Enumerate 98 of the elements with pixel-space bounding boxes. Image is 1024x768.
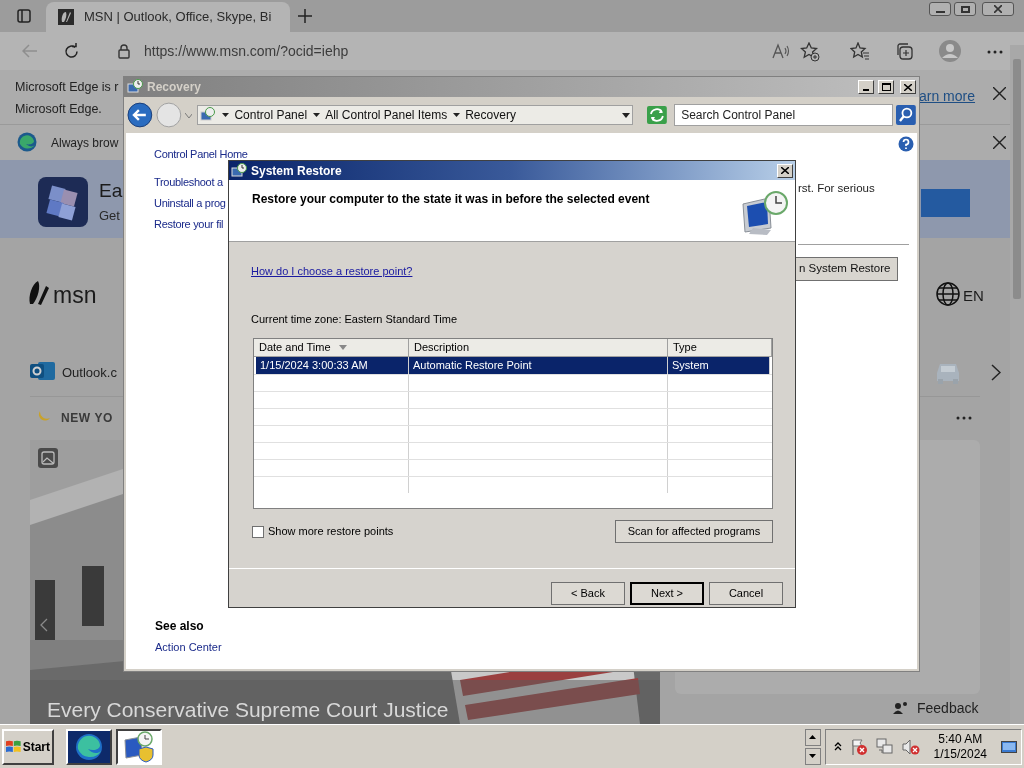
dropdown-icon[interactable]	[453, 113, 461, 117]
chevron-up-icon[interactable]	[833, 742, 842, 751]
promo-subtitle: Get	[99, 207, 120, 225]
chevron-right-icon[interactable]	[991, 364, 1001, 381]
minimize-button[interactable]	[929, 2, 951, 16]
promo-title: Ea	[99, 179, 123, 203]
dialog-heading: Restore your computer to the state it was in before the selected event	[252, 191, 650, 208]
add-favorite-icon[interactable]	[800, 42, 820, 62]
body-text: rst. For serious	[798, 181, 875, 196]
close-icon	[781, 167, 789, 174]
search-field[interactable]: Search Control Panel	[674, 104, 894, 126]
scroll-down-button[interactable]	[804, 747, 821, 765]
favorites-icon[interactable]	[850, 42, 870, 60]
breadcrumb-item[interactable]: Recovery	[465, 106, 516, 124]
table-row[interactable]: 1/15/2024 3:00:33 AM Automatic Restore Point System	[256, 357, 770, 374]
edge-logo-icon	[17, 132, 37, 152]
column-header[interactable]: Type	[668, 339, 772, 357]
help-icon[interactable]	[898, 136, 914, 152]
chevron-left-icon[interactable]	[40, 618, 48, 632]
table-cell: 1/15/2024 3:00:33 AM	[256, 357, 409, 374]
windows-logo-icon	[6, 739, 21, 754]
speaker-muted-icon[interactable]	[901, 737, 920, 756]
network-icon[interactable]	[875, 737, 894, 756]
moon-icon	[37, 409, 51, 424]
time-zone-label: Current time zone: Eastern Standard Time	[251, 311, 459, 327]
msn-logo-icon	[28, 280, 50, 306]
dropdown-icon[interactable]	[313, 113, 321, 117]
see-also-link[interactable]: Action Center	[155, 639, 222, 656]
browser-tab[interactable]: MSN | Outlook, Office, Skype, Bi	[46, 2, 290, 32]
taskbar-button[interactable]	[116, 728, 162, 765]
restore-app-icon	[127, 79, 143, 95]
open-system-restore-button[interactable]: n System Restore	[794, 257, 898, 281]
help-link[interactable]: How do I choose a restore point?	[251, 263, 413, 280]
breadcrumb-item[interactable]: Control Panel	[234, 106, 308, 124]
weather-location[interactable]: NEW YO	[61, 409, 114, 427]
column-header[interactable]: Date and Time	[254, 339, 409, 357]
back-icon[interactable]	[127, 102, 153, 128]
infobar-text: Microsoft Edge.	[15, 101, 103, 118]
dropdown-icon[interactable]	[622, 112, 631, 118]
table-cell: System	[668, 357, 770, 374]
clock-date[interactable]: 1/15/2024	[933, 746, 987, 762]
more-icon[interactable]	[956, 416, 972, 420]
close-button[interactable]	[982, 2, 1014, 16]
dropdown-icon[interactable]	[222, 113, 230, 117]
feedback-button[interactable]: Feedback	[885, 694, 987, 722]
clock-time[interactable]: 5:40 AM	[938, 731, 983, 747]
gallery-icon[interactable]	[38, 448, 58, 468]
scroll-up-button[interactable]	[804, 728, 821, 746]
globe-icon[interactable]	[936, 282, 960, 306]
refresh-icon[interactable]	[63, 43, 80, 60]
table-cell: Automatic Restore Point	[409, 357, 668, 374]
section-heading: See also	[155, 618, 204, 635]
read-aloud-icon[interactable]	[772, 43, 792, 59]
infobar-text: Microsoft Edge is r	[15, 79, 119, 96]
maximize-button[interactable]	[878, 80, 894, 94]
quick-link[interactable]: Outlook.c	[62, 363, 117, 383]
computer-clock-icon	[741, 190, 789, 236]
show-desktop-icon[interactable]	[1001, 738, 1017, 755]
notice-text: Always brow	[51, 135, 119, 152]
close-icon	[904, 83, 912, 91]
dialog-button[interactable]: Cancel	[709, 582, 783, 605]
people-icon	[893, 701, 909, 715]
scan-button[interactable]: Scan for affected programs	[615, 520, 773, 543]
new-tab-icon[interactable]	[297, 8, 313, 24]
down-arrow-icon	[809, 754, 817, 758]
language-selector[interactable]: EN	[963, 285, 984, 308]
site-icon	[58, 9, 74, 25]
address-bar[interactable]: Control Panel All Control Panel Items Recovery	[197, 105, 634, 125]
tab-actions-icon[interactable]	[17, 9, 31, 23]
restore-button[interactable]	[954, 2, 976, 16]
window-title: Recovery	[147, 79, 202, 96]
collections-icon[interactable]	[895, 42, 913, 60]
browser-icon	[75, 732, 103, 761]
close-icon[interactable]	[993, 87, 1006, 100]
dialog-button[interactable]: < Back	[551, 582, 625, 605]
close-icon[interactable]	[993, 136, 1006, 149]
computer-shield-icon	[123, 730, 155, 763]
dialog-title: System Restore	[251, 162, 342, 180]
outlook-icon[interactable]	[30, 359, 55, 383]
learn-more-link[interactable]: arn more	[919, 86, 976, 107]
scrollbar[interactable]	[1010, 45, 1024, 724]
control-panel-icon	[200, 107, 217, 123]
dialog-button[interactable]: Next >	[630, 582, 704, 605]
checkbox[interactable]	[252, 525, 264, 538]
restore-app-icon	[231, 162, 247, 179]
breadcrumb-item[interactable]: All Control Panel Items	[325, 106, 448, 124]
search-icon[interactable]	[896, 105, 916, 125]
up-arrow-icon	[809, 735, 817, 739]
msn-logo[interactable]: msn	[53, 278, 97, 313]
show-more-checkbox[interactable]: Show more restore points	[252, 523, 394, 540]
column-header[interactable]: Description	[409, 339, 668, 357]
flag-error-icon[interactable]	[849, 737, 868, 756]
app-icon	[38, 177, 88, 227]
lock-icon	[118, 43, 130, 59]
close-icon	[994, 5, 1002, 13]
start-button[interactable]: Start	[2, 728, 54, 765]
more-icon[interactable]	[987, 50, 1003, 54]
task-link[interactable]: Control Panel Home	[154, 147, 248, 161]
